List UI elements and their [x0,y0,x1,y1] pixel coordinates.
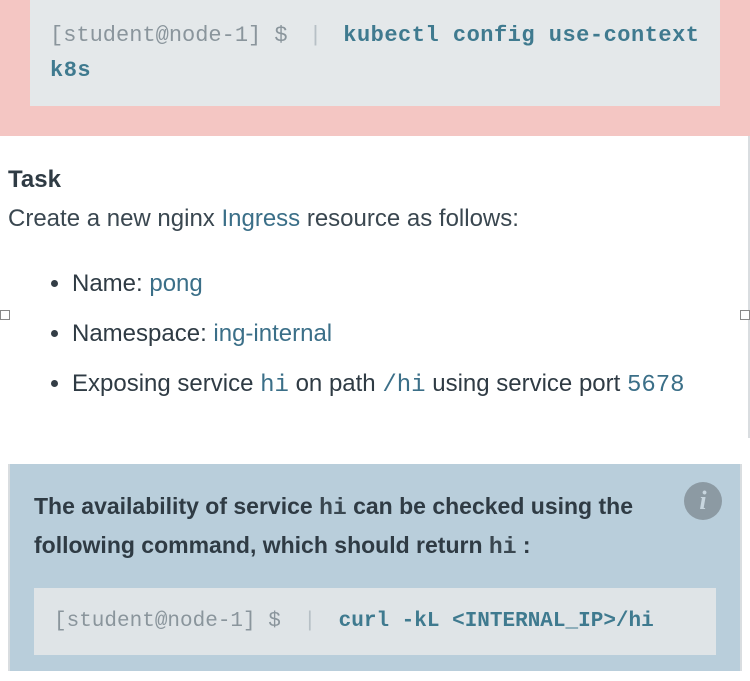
intro-text-post: resource as follows: [300,205,519,232]
info-text: The availability of service hi can be ch… [34,488,716,566]
expose-text-mid2: using service port [426,370,627,397]
name-label: Name: [72,270,149,297]
info-box: i The availability of service hi can be … [8,464,742,671]
expose-service: hi [260,372,289,399]
shell-prompt: [student@node-1] $ [50,23,288,48]
selection-handle-left[interactable] [0,310,10,320]
ingress-link[interactable]: Ingress [221,205,300,232]
separator: | [309,23,322,48]
name-value: pong [149,270,202,297]
info-text-pre: The availability of service [34,493,319,519]
info-icon: i [684,482,722,520]
expose-text-mid: on path [289,370,382,397]
selection-handle-right[interactable] [740,310,750,320]
info-shell-command: curl -kL <INTERNAL_IP>/hi [339,610,654,633]
task-bullet-list: Name: pong Namespace: ing-internal Expos… [8,266,740,404]
context-code-block: [student@node-1] $ | kubectl config use-… [30,0,720,106]
info-svc: hi [319,495,347,521]
info-separator: | [303,610,316,633]
bullet-namespace: Namespace: ing-internal [72,316,740,352]
expose-path: /hi [382,372,425,399]
namespace-label: Namespace: [72,320,213,347]
task-heading: Task [8,166,740,194]
bullet-expose: Exposing service hi on path /hi using se… [72,366,740,404]
bullet-name: Name: pong [72,266,740,302]
namespace-value: ing-internal [213,320,332,347]
info-code-block: [student@node-1] $ | curl -kL <INTERNAL_… [34,588,716,655]
expose-port: 5678 [627,372,685,399]
task-intro: Create a new nginx Ingress resource as f… [8,202,740,236]
intro-text-pre: Create a new nginx [8,205,221,232]
context-box: [student@node-1] $ | kubectl config use-… [0,0,750,136]
expose-text-pre: Exposing service [72,370,260,397]
info-shell-prompt: [student@node-1] $ [54,610,281,633]
info-return: hi [489,534,517,560]
task-section: Task Create a new nginx Ingress resource… [0,136,750,438]
info-text-post: : [517,532,531,558]
